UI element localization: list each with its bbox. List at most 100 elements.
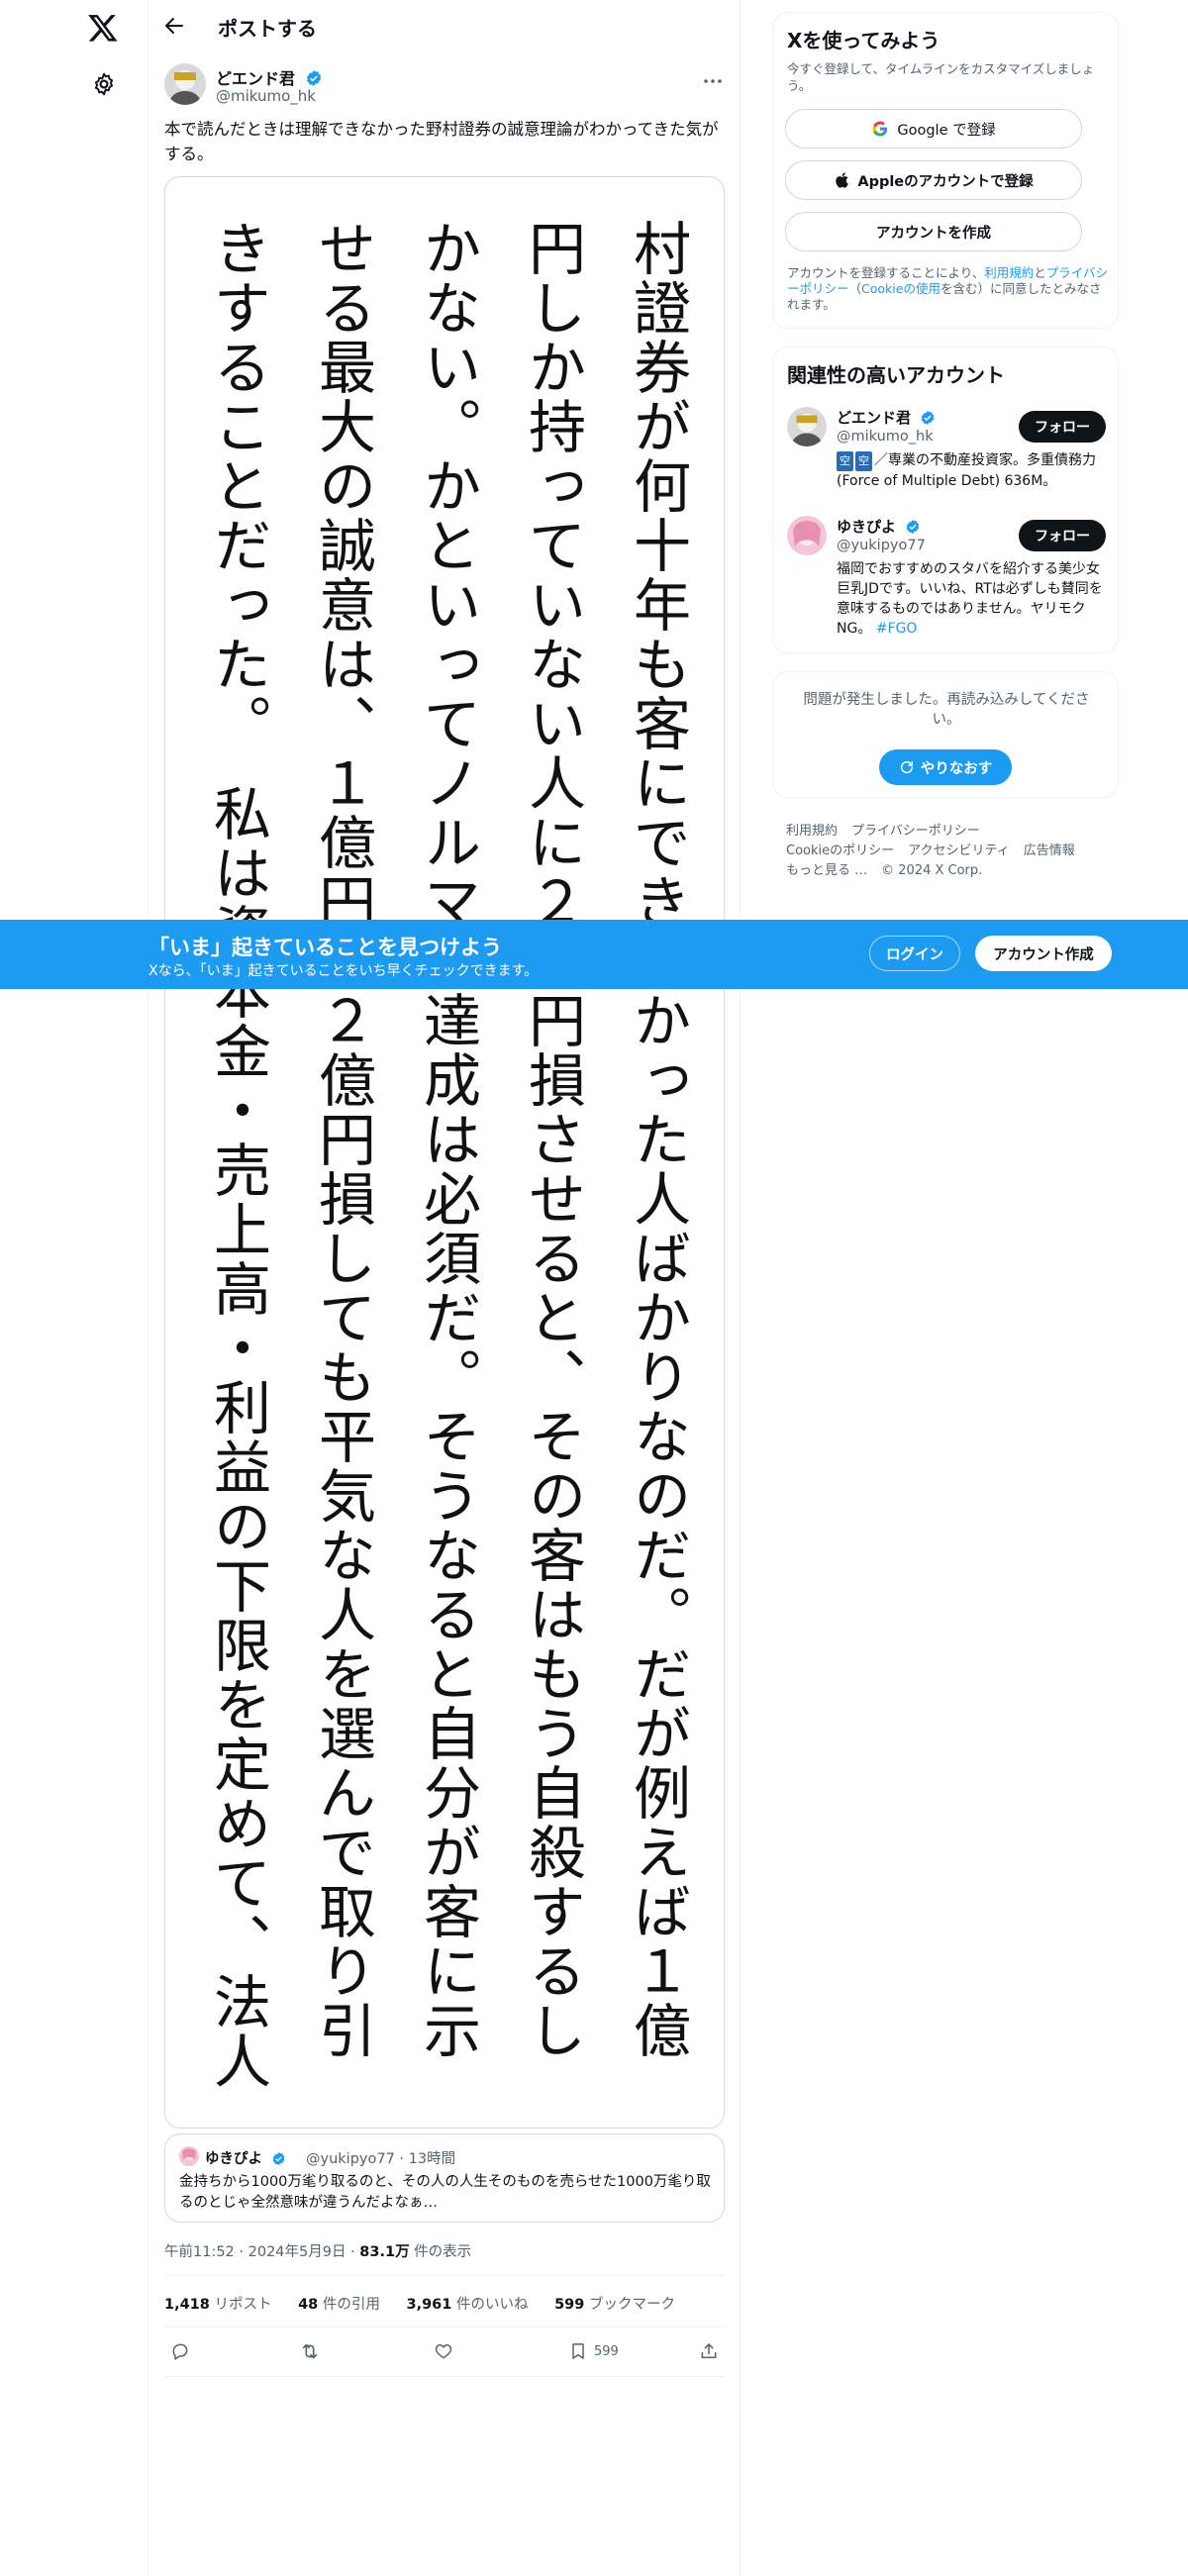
- likes-stat[interactable]: 3,961 件のいいね: [407, 2297, 529, 2313]
- signup-banner: 「いま」起きていることを見つけよう Xなら、「いま」起きていることをいち早くチェ…: [0, 920, 1188, 989]
- bookmark-button[interactable]: 599: [568, 2340, 619, 2362]
- account-name[interactable]: ゆきぴよ: [837, 516, 921, 537]
- error-message: 問題が発生しました。再読み込みしてください。: [803, 692, 1090, 728]
- divider: [164, 2275, 725, 2276]
- quotes-stat[interactable]: 48 件の引用: [298, 2297, 380, 2313]
- footer-link[interactable]: アクセシビリティ: [908, 842, 1010, 861]
- account-name-text: ゆきぴよ: [837, 518, 897, 536]
- footer-link[interactable]: Cookieのポリシー: [786, 842, 894, 861]
- post-timestamp: 午前11:52 · 2024年5月9日 · 83.1万 件の表示: [164, 2240, 471, 2261]
- quotes-count: 48: [298, 2297, 319, 2313]
- create-account-label: アカウントを作成: [876, 225, 991, 242]
- retry-button[interactable]: やりなおす: [879, 749, 1012, 785]
- signup-card: Xを使ってみよう 今すぐ登録して、タイムラインをカスタマイズしましょう。 Goo…: [772, 12, 1119, 329]
- image-text-column: きすることだった。 私は資本金・売上高・利益の下限を定めて、法人: [204, 219, 271, 2091]
- divider: [164, 2376, 725, 2377]
- bookmarks-stat[interactable]: 599 ブックマーク: [554, 2297, 675, 2313]
- quote-author-name-text: ゆきぴよ: [205, 2151, 262, 2167]
- hashtag-link[interactable]: #FGO: [876, 621, 918, 637]
- signup-desc: 今すぐ登録して、タイムラインをカスタマイズしましょう。: [787, 61, 1095, 93]
- footer-links: 利用規約 プライバシーポリシー Cookieのポリシー アクセシビリティ 広告情報 も…: [786, 822, 1113, 881]
- bookmark-icon: [572, 2343, 584, 2359]
- banner-title: 「いま」起きていることを見つけよう: [148, 936, 502, 959]
- post-stats: 1,418 リポスト 48 件の引用 3,961 件のいいね 599 ブックマー…: [164, 2293, 697, 2314]
- relevant-title: 関連性の高いアカウント: [787, 363, 1005, 387]
- account-bio: 福岡でおすすめのスタバを紹介する美少女巨乳JDです。いいね、RTは必ずしも賛同を…: [837, 559, 1106, 639]
- author-name[interactable]: どエンド君: [216, 65, 323, 89]
- legal-and: と: [1034, 265, 1046, 280]
- google-signup-label: Google で登録: [897, 122, 996, 139]
- account-name[interactable]: どエンド君: [837, 407, 936, 428]
- legal-prefix: アカウントを登録することにより、: [787, 265, 985, 280]
- error-card: 問題が発生しました。再読み込みしてください。 やりなおす: [772, 671, 1119, 798]
- avatar[interactable]: [787, 516, 827, 555]
- page-title: ポストする: [218, 17, 317, 41]
- verified-badge-icon: [272, 2151, 285, 2166]
- footer-link[interactable]: 広告情報: [1024, 842, 1075, 861]
- repost-button[interactable]: [299, 2340, 321, 2362]
- quoted-post[interactable]: ゆきぴよ @yukipyo77 · 13時間 金持ちから1000万毟り取るのと、…: [164, 2133, 725, 2223]
- reposts-label: リポスト: [209, 2297, 272, 2313]
- footer-link[interactable]: 利用規約: [786, 822, 838, 842]
- quote-author-name: ゆきぴよ: [205, 2147, 286, 2168]
- reply-icon: [172, 2343, 188, 2360]
- apple-signup-button[interactable]: Appleのアカウントで登録: [785, 160, 1082, 200]
- verified-badge-icon: [906, 520, 920, 534]
- divider: [164, 2327, 725, 2328]
- account-handle[interactable]: @mikumo_hk: [837, 429, 934, 445]
- banner-subtitle: Xなら、「いま」起きていることをいち早くチェックできます。: [148, 963, 539, 979]
- create-account-button[interactable]: アカウントを作成: [785, 212, 1082, 251]
- post-actions: 599: [164, 2340, 725, 2364]
- image-text-column: 円しか持っていない人に２億円損させると、その客はもう自殺するし: [519, 219, 586, 2060]
- retry-label: やりなおす: [920, 760, 993, 777]
- follow-button[interactable]: フォロー: [1019, 520, 1106, 551]
- follow-button[interactable]: フォロー: [1019, 411, 1106, 443]
- account-name-text: どエンド君: [837, 409, 912, 427]
- account-bio: 空空／専業の不動産投資家。多重債務力(Force of Multiple Deb…: [837, 450, 1106, 491]
- reposts-count: 1,418: [164, 2297, 210, 2313]
- share-button[interactable]: [699, 2340, 719, 2362]
- google-signup-button[interactable]: Google で登録: [785, 109, 1082, 149]
- footer-link[interactable]: プライバシーポリシー: [851, 822, 980, 842]
- reply-button[interactable]: [170, 2340, 190, 2362]
- heart-icon: [435, 2344, 452, 2359]
- post-author[interactable]: どエンド君 @mikumo_hk: [164, 63, 725, 109]
- google-icon: [872, 121, 888, 137]
- repost-icon: [302, 2343, 318, 2359]
- apple-signup-label: Appleのアカウントで登録: [857, 173, 1034, 190]
- refresh-icon: [900, 760, 913, 774]
- quotes-label: 件の引用: [318, 2297, 380, 2313]
- image-text-column: せる最大の誠意は、１億円、２億円損しても平気な人を選んで取り引: [309, 219, 376, 2060]
- bio-tag: 空: [855, 451, 872, 471]
- author-handle[interactable]: @mikumo_hk: [216, 87, 316, 105]
- gear-icon[interactable]: [91, 71, 117, 97]
- timestamp-text[interactable]: 午前11:52 · 2024年5月9日 ·: [164, 2244, 359, 2260]
- like-button[interactable]: [434, 2340, 453, 2362]
- verified-badge-icon: [921, 411, 935, 425]
- author-name-text: どエンド君: [216, 69, 296, 88]
- back-arrow-icon[interactable]: [162, 14, 186, 38]
- account-item[interactable]: ゆきぴよ @yukipyo77 福岡でおすすめのスタバを紹介する美少女巨乳JDで…: [787, 516, 1106, 644]
- left-rail: [0, 0, 148, 2576]
- post-image[interactable]: 村證券が何十年も客にできなかった人ばかりなのだ。だが例えば１億 円しか持っていな…: [164, 176, 725, 2129]
- bio-text: ／専業の不動産投資家。多重債務力(Force of Multiple Debt)…: [837, 452, 1096, 489]
- views-label: 件の表示: [409, 2244, 472, 2260]
- bookmark-count: 599: [594, 2343, 619, 2359]
- avatar[interactable]: [787, 407, 827, 446]
- avatar[interactable]: [164, 63, 206, 105]
- account-handle[interactable]: @yukipyo77: [837, 538, 926, 553]
- x-logo-icon[interactable]: [87, 12, 119, 44]
- quote-meta: @yukipyo77 · 13時間: [306, 2151, 456, 2167]
- copyright: © 2024 X Corp.: [881, 863, 983, 878]
- reposts-stat[interactable]: 1,418 リポスト: [164, 2297, 271, 2313]
- post-text: 本で読んだときは理解できなかった野村證券の誠意理論がわかってきた気がする。: [164, 120, 719, 163]
- more-options-icon[interactable]: [701, 69, 725, 93]
- legal-paren: （: [848, 281, 862, 296]
- terms-link[interactable]: 利用規約: [984, 265, 1034, 280]
- likes-count: 3,961: [406, 2297, 452, 2313]
- footer-link[interactable]: もっと見る …: [786, 861, 867, 881]
- login-button[interactable]: ログイン: [869, 936, 960, 971]
- signup-button[interactable]: アカウント作成: [975, 936, 1112, 971]
- cookie-link[interactable]: Cookieの使用: [861, 281, 940, 296]
- account-item[interactable]: どエンド君 @mikumo_hk 空空／専業の不動産投資家。多重債務力(Forc…: [787, 407, 1106, 506]
